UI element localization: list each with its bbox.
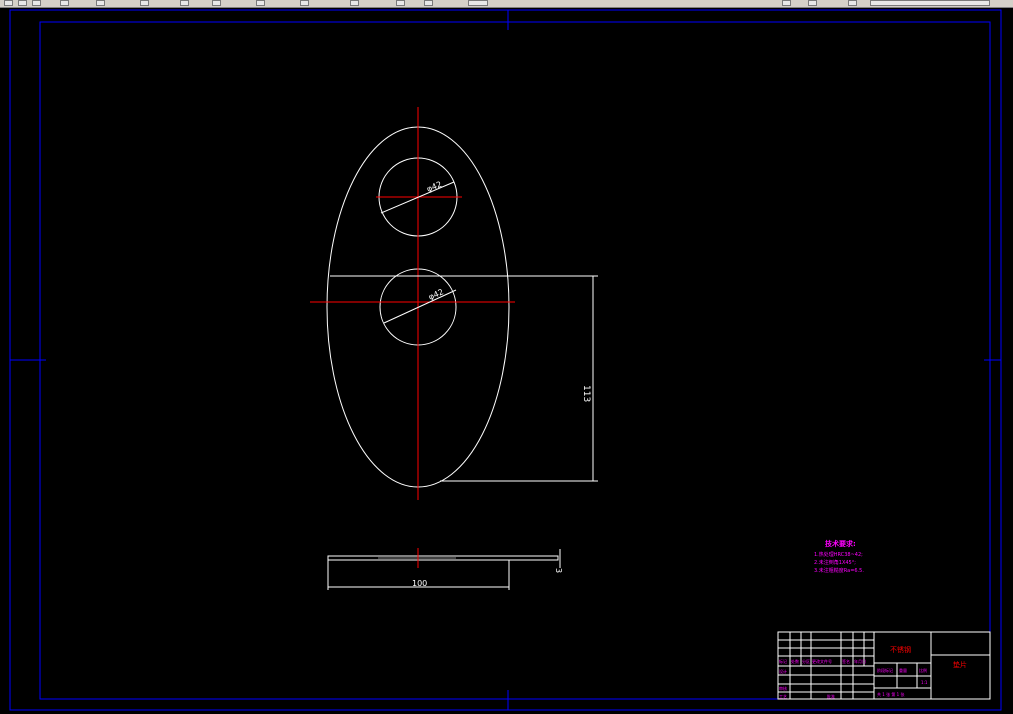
tb-label-approve: 批准 xyxy=(827,693,835,699)
cut-icon[interactable] xyxy=(96,0,105,6)
zoom-icon[interactable] xyxy=(350,0,359,6)
copy-icon[interactable] xyxy=(140,0,149,6)
paste-icon[interactable] xyxy=(180,0,189,6)
thickness-label: 3 xyxy=(554,568,563,573)
lineweight-dropdown[interactable] xyxy=(870,0,990,6)
tech-req-title: 技术要求: xyxy=(825,539,856,548)
tb-material: 不锈钢 xyxy=(890,645,911,654)
layer-icon[interactable] xyxy=(424,0,433,6)
help-icon[interactable] xyxy=(782,0,791,6)
tb-label-designer: 设计 xyxy=(779,668,787,674)
print-icon[interactable] xyxy=(60,0,69,6)
open-icon[interactable] xyxy=(18,0,27,6)
tech-req-item-1: 1.热处理HRC38~42; xyxy=(814,551,863,558)
tb-label-process: 工艺 xyxy=(779,694,787,699)
tb-label-scale: 比例 xyxy=(919,667,927,673)
layer-dropdown[interactable] xyxy=(468,0,488,6)
redo-icon[interactable] xyxy=(256,0,265,6)
tb-label-signature: 签名 xyxy=(842,658,850,664)
save-icon[interactable] xyxy=(32,0,41,6)
width-dimension-label: 100 xyxy=(412,579,427,588)
tb-label-mark: 标记 xyxy=(779,658,787,664)
toolbar xyxy=(0,0,1013,8)
tech-req-item-3: 3.未注粗糙度Ra=6.5. xyxy=(814,567,864,574)
tb-label-change-doc: 更改文件号 xyxy=(812,658,832,664)
vertical-dimension-label: 113 xyxy=(581,385,591,402)
tb-part-name: 垫片 xyxy=(953,660,967,669)
new-icon[interactable] xyxy=(4,0,13,6)
drawing-canvas[interactable]: φ42 φ42 113 3 100 技术要求: 1.热处理HRC38~42; 2… xyxy=(0,8,1013,714)
tb-label-weight: 重量 xyxy=(899,667,907,673)
tb-label-date: 年月日 xyxy=(854,658,866,664)
canvas-background xyxy=(0,8,1013,714)
tb-label-stage: 阶段标记 xyxy=(877,667,893,673)
tb-scale-value: 1:1 xyxy=(921,680,928,685)
tb-label-check: 审核 xyxy=(779,685,787,691)
undo-icon[interactable] xyxy=(212,0,221,6)
tech-req-item-2: 2.未注倒角1X45°; xyxy=(814,559,856,566)
tb-sheets: 共 1 张 第 1 张 xyxy=(877,691,904,697)
tb-label-count: 处数 xyxy=(791,658,799,664)
linetype-icon[interactable] xyxy=(848,0,857,6)
tb-label-zone: 分区 xyxy=(802,658,810,664)
dropdown-arrow-icon[interactable] xyxy=(808,0,817,6)
pan-icon[interactable] xyxy=(300,0,309,6)
properties-icon[interactable] xyxy=(396,0,405,6)
